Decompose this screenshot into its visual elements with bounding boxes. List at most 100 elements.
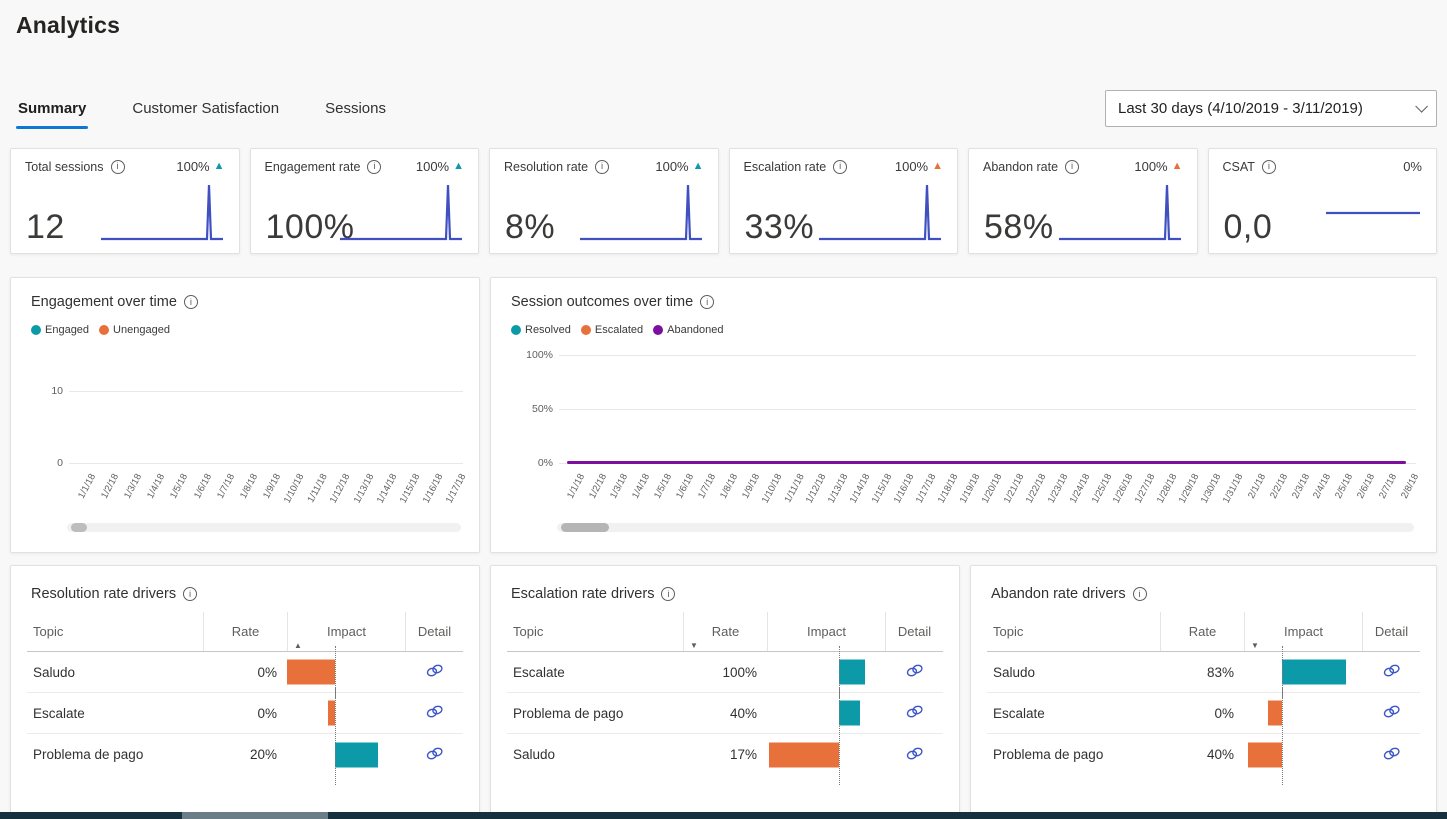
trend-up-icon: ▲ xyxy=(1172,161,1183,172)
detail-link-icon[interactable] xyxy=(1381,746,1402,761)
x-axis-tick-cell: 1/13/18 xyxy=(347,468,370,526)
tab-sessions[interactable]: Sessions xyxy=(323,94,388,129)
kpi-header: Escalation rate i 100% ▲ xyxy=(744,159,944,174)
topic-cell: Escalate xyxy=(27,706,203,721)
date-range-dropdown[interactable]: Last 30 days (4/10/2019 - 3/11/2019) xyxy=(1105,90,1437,127)
column-header-detail[interactable]: Detail xyxy=(885,612,943,651)
detail-link-icon[interactable] xyxy=(1381,704,1402,719)
info-icon[interactable]: i xyxy=(111,160,125,174)
column-header-label: Detail xyxy=(418,624,451,639)
table-body: Escalate 100% Problema de pago 40% xyxy=(507,652,943,775)
chart-horizontal-scrollbar[interactable] xyxy=(557,523,1414,532)
kpi-change: 0% xyxy=(1403,159,1422,174)
chart-horizontal-scrollbar[interactable] xyxy=(67,523,461,532)
kpi-change-value: 100% xyxy=(895,159,928,174)
scrollbar-thumb[interactable] xyxy=(71,523,87,532)
impact-bar xyxy=(839,660,865,685)
info-icon[interactable]: i xyxy=(595,160,609,174)
detail-link-icon[interactable] xyxy=(904,746,925,761)
column-header-rate[interactable]: ▼Rate xyxy=(683,612,767,651)
x-axis-tick-cell: 2/4/18 xyxy=(1306,468,1328,526)
kpi-sparkline xyxy=(817,177,945,245)
scrollbar-thumb[interactable] xyxy=(182,812,328,819)
x-axis-tick-cell: 1/25/18 xyxy=(1086,468,1108,526)
detail-cell xyxy=(885,704,943,722)
info-icon[interactable]: i xyxy=(661,587,675,601)
tab-summary[interactable]: Summary xyxy=(16,94,88,129)
detail-link-icon[interactable] xyxy=(904,663,925,678)
x-axis-tick-cell: 1/4/18 xyxy=(139,468,162,526)
kpi-label-text: CSAT xyxy=(1223,160,1255,174)
x-axis-tick-cell: 1/16/18 xyxy=(417,468,440,526)
kpi-label-text: Engagement rate xyxy=(265,160,361,174)
kpi-change-value: 100% xyxy=(1134,159,1167,174)
outcomes-chart-plot: 100%50%0% 1/1/18 1/2/18 1/3/18 1/4/18 1/… xyxy=(491,278,1436,552)
kpi-header: Resolution rate i 100% ▲ xyxy=(504,159,704,174)
impact-cell xyxy=(287,734,405,775)
column-header-topic[interactable]: Topic xyxy=(507,624,683,639)
y-axis-tick: 100% xyxy=(515,349,553,361)
x-axis-tick-cell: 1/14/18 xyxy=(370,468,393,526)
rate-cell: 40% xyxy=(1160,747,1244,762)
rate-cell: 83% xyxy=(1160,665,1244,680)
kpi-change: 100% ▲ xyxy=(176,159,224,174)
abandoned-series-line xyxy=(567,461,1406,464)
column-header-rate[interactable]: Rate xyxy=(203,612,287,651)
table-row: Saludo 17% xyxy=(507,734,943,775)
impact-bar xyxy=(335,742,378,767)
detail-link-icon[interactable] xyxy=(1381,663,1402,678)
x-axis-tick-cell: 2/1/18 xyxy=(1240,468,1262,526)
column-header-rate[interactable]: Rate xyxy=(1160,612,1244,651)
kpi-change-value: 100% xyxy=(655,159,688,174)
impact-cell xyxy=(767,734,885,775)
detail-link-icon[interactable] xyxy=(424,704,445,719)
info-icon[interactable]: i xyxy=(1133,587,1147,601)
sort-desc-icon: ▼ xyxy=(1251,641,1259,650)
x-axis-tick-cell: 1/29/18 xyxy=(1174,468,1196,526)
x-axis-tick-cell: 1/10/18 xyxy=(278,468,301,526)
topic-cell: Problema de pago xyxy=(507,706,683,721)
impact-baseline xyxy=(335,728,336,785)
column-header-label: Detail xyxy=(1375,624,1408,639)
table-title-text: Resolution rate drivers xyxy=(31,586,176,602)
impact-cell xyxy=(1244,734,1362,775)
rate-cell: 0% xyxy=(203,706,287,721)
column-header-impact[interactable]: ▼ Impact xyxy=(1244,612,1362,651)
x-axis-tick-cell: 1/3/18 xyxy=(115,468,138,526)
x-axis-tick-cell: 1/15/18 xyxy=(393,468,416,526)
info-icon[interactable]: i xyxy=(833,160,847,174)
scrollbar-thumb[interactable] xyxy=(561,523,609,532)
column-header-label: Impact xyxy=(1284,624,1323,639)
column-header-label: Rate xyxy=(232,624,259,639)
kpi-change-value: 100% xyxy=(176,159,209,174)
detail-cell xyxy=(1362,746,1420,764)
column-header-detail[interactable]: Detail xyxy=(1362,612,1420,651)
info-icon[interactable]: i xyxy=(1065,160,1079,174)
table-row: Escalate 0% xyxy=(987,693,1420,734)
x-axis-tick-cell: 1/6/18 xyxy=(669,468,691,526)
column-header-detail[interactable]: Detail xyxy=(405,612,463,651)
detail-link-icon[interactable] xyxy=(904,704,925,719)
kpi-sparkline xyxy=(1296,177,1424,245)
tab-customer-satisfaction[interactable]: Customer Satisfaction xyxy=(130,94,281,129)
trend-up-icon: ▲ xyxy=(932,161,943,172)
column-header-label: Rate xyxy=(712,624,739,639)
page-horizontal-scrollbar[interactable] xyxy=(0,812,1447,819)
impact-bar xyxy=(1282,660,1346,685)
column-header-topic[interactable]: Topic xyxy=(27,624,203,639)
column-header-topic[interactable]: Topic xyxy=(987,624,1160,639)
rate-cell: 0% xyxy=(1160,706,1244,721)
detail-cell xyxy=(405,663,463,681)
info-icon[interactable]: i xyxy=(183,587,197,601)
info-icon[interactable]: i xyxy=(1262,160,1276,174)
column-header-impact[interactable]: Impact xyxy=(767,612,885,651)
column-header-impact[interactable]: ▲Impact xyxy=(287,612,405,651)
y-axis-tick: 50% xyxy=(515,403,553,415)
detail-link-icon[interactable] xyxy=(424,663,445,678)
topic-cell: Problema de pago xyxy=(987,747,1160,762)
impact-cell xyxy=(767,693,885,733)
x-axis-tick-cell: 1/20/18 xyxy=(976,468,998,526)
info-icon[interactable]: i xyxy=(367,160,381,174)
x-axis-tick-cell: 1/24/18 xyxy=(1064,468,1086,526)
detail-link-icon[interactable] xyxy=(424,746,445,761)
